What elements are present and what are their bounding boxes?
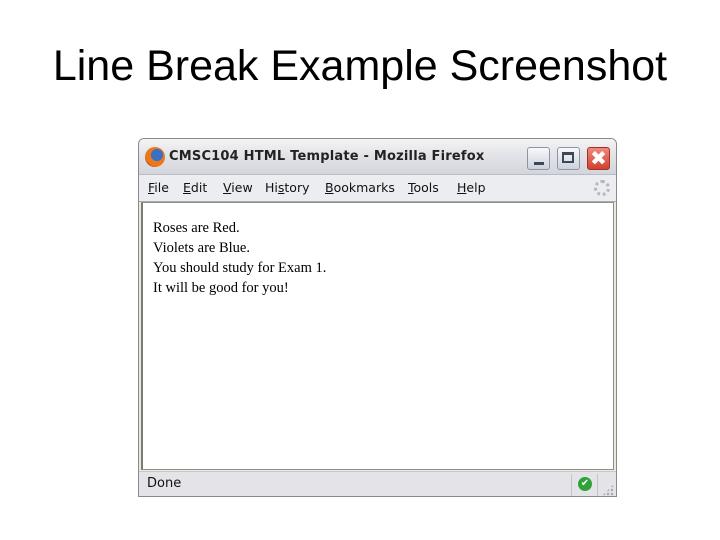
activity-throbber-icon [594,180,610,196]
menu-bookmarks-accel: B [325,180,334,195]
menu-help-accel: H [457,180,467,195]
menu-help[interactable]: Help [457,180,486,195]
menu-file[interactable]: File [148,180,169,195]
menu-help-label: elp [466,180,486,195]
status-divider [597,474,598,496]
menu-edit-accel: E [183,180,191,195]
menu-view-label: iew [231,180,253,195]
status-bar: Done ✔ [139,471,616,496]
minimize-button[interactable] [527,147,550,170]
status-text: Done [147,476,182,491]
status-divider [571,474,572,496]
browser-window: CMSC104 HTML Template - Mozilla Firefox … [138,138,617,497]
content-line: Violets are Blue. [153,240,250,256]
menu-history-label: tory [284,180,310,195]
content-line: It will be good for you! [153,280,289,296]
menu-bookmarks-label: ookmarks [333,180,395,195]
menu-tools[interactable]: Tools [408,180,439,195]
slide-title: Line Break Example Screenshot [52,42,668,90]
content-line: Roses are Red. [153,220,240,236]
window-title: CMSC104 HTML Template - Mozilla Firefox [169,149,485,164]
close-button[interactable]: ✖ [587,147,610,170]
menu-history-pre: Hi [265,180,278,195]
resize-grip-icon[interactable] [602,484,614,496]
page-content: Roses are Red. Violets are Blue. You sho… [141,202,614,470]
menu-bar: File Edit View History Bookmarks Tools H… [139,175,616,202]
menu-edit[interactable]: Edit [183,180,207,195]
menu-bookmarks[interactable]: Bookmarks [325,180,395,195]
menu-edit-label: dit [190,180,208,195]
title-bar[interactable]: CMSC104 HTML Template - Mozilla Firefox … [139,139,616,175]
menu-history[interactable]: History [265,180,309,195]
firefox-icon[interactable] [145,147,165,167]
maximize-button[interactable] [557,147,580,170]
menu-view[interactable]: View [223,180,253,195]
menu-tools-label: ools [413,180,439,195]
menu-file-label: ile [154,180,169,195]
content-line: You should study for Exam 1. [153,260,327,276]
close-icon: ✖ [590,146,607,170]
security-ok-icon[interactable]: ✔ [578,477,592,491]
